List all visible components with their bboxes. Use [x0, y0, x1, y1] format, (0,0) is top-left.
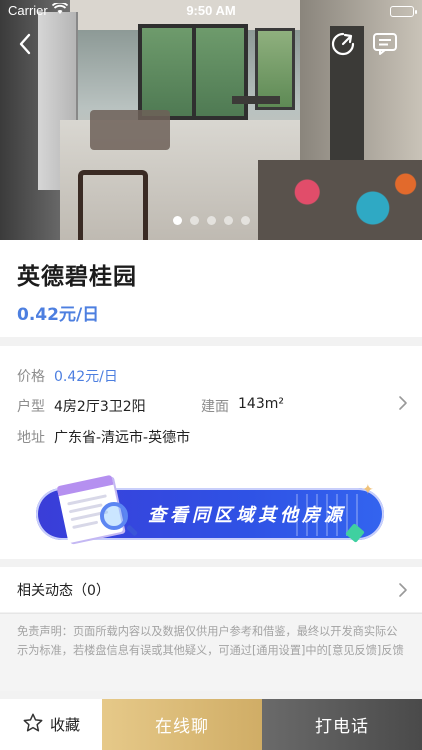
price-label: 价格 — [17, 369, 45, 385]
area-row: 建面 143m² — [201, 396, 284, 416]
related-news-label: 相关动态（0） — [17, 583, 110, 599]
online-chat-button[interactable]: 在线聊 — [102, 699, 262, 750]
property-title: 英德碧桂园 — [17, 264, 137, 290]
battery-icon — [390, 6, 417, 17]
photo-table — [232, 96, 280, 104]
info-card: 价格 0.42元/日 户型 4房2厅3卫2阳 建面 143m² 地址 广东省-清… — [0, 346, 422, 559]
photo-chair — [78, 170, 148, 240]
share-icon[interactable] — [328, 29, 358, 59]
property-price: 0.42元/日 — [17, 305, 100, 325]
back-icon[interactable] — [10, 29, 40, 59]
status-bar: Carrier 9:50 AM — [0, 0, 422, 22]
star-icon — [22, 712, 44, 738]
disclaimer-text: 免责声明：页面所载内容以及数据仅供用户参考和借鉴，最终以开发商实际公示为标准，若… — [17, 625, 404, 657]
bottom-action-bar: 收藏 在线聊 打电话 — [0, 699, 422, 750]
disclaimer-section: 免责声明：页面所载内容以及数据仅供用户参考和借鉴，最终以开发商实际公示为标准，若… — [0, 613, 422, 691]
pagination-dot-5[interactable] — [240, 216, 250, 225]
photo-clutter — [90, 110, 170, 150]
photo-window — [138, 24, 248, 120]
pagination-dot-4[interactable] — [223, 216, 233, 225]
area-label: 建面 — [201, 399, 229, 415]
chevron-right-icon[interactable] — [396, 394, 410, 412]
pagination-dot-1[interactable] — [172, 216, 182, 225]
property-photo[interactable] — [0, 0, 422, 240]
photo-clutter-right — [258, 160, 422, 240]
sparkle-icon: ✦ — [362, 482, 374, 498]
favorite-button[interactable]: 收藏 — [0, 699, 102, 750]
nearby-listings-banner[interactable]: 查看同区域其他房源 ✦ — [36, 474, 384, 548]
layout-label: 户型 — [17, 399, 45, 415]
address-value: 广东省-清远市-英德市 — [54, 430, 191, 446]
magnifier-icon — [100, 502, 128, 530]
address-label: 地址 — [17, 430, 45, 446]
clock: 9:50 AM — [186, 3, 236, 18]
call-button[interactable]: 打电话 — [262, 699, 422, 750]
message-icon[interactable] — [370, 29, 400, 59]
title-card: 英德碧桂园 0.42元/日 — [0, 240, 422, 337]
layout-value: 4房2厅3卫2阳 — [54, 399, 146, 415]
price-value: 0.42元/日 — [54, 369, 118, 385]
banner-text: 查看同区域其他房源 — [148, 505, 346, 526]
price-row: 价格 0.42元/日 — [17, 366, 118, 386]
favorite-label: 收藏 — [49, 716, 80, 734]
chevron-right-icon — [396, 581, 410, 599]
pagination-dot-2[interactable] — [189, 216, 199, 225]
address-row: 地址 广东省-清远市-英德市 — [17, 427, 190, 447]
gallery-pagination[interactable] — [0, 216, 422, 225]
area-value: 143m² — [238, 396, 284, 412]
pagination-dot-3[interactable] — [206, 216, 216, 225]
layout-row: 户型 4房2厅3卫2阳 — [17, 396, 146, 416]
related-news-row[interactable]: 相关动态（0） — [0, 567, 422, 612]
